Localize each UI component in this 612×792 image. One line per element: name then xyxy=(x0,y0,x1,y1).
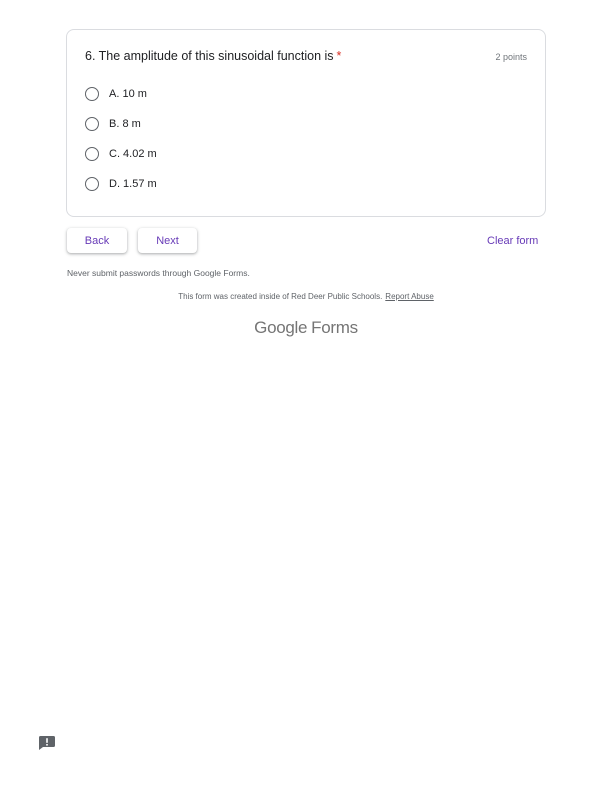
option-label: B. 8 m xyxy=(109,118,141,130)
logo-forms-text: Forms xyxy=(311,318,358,337)
radio-button[interactable] xyxy=(85,147,99,161)
question-title: 6. The amplitude of this sinusoidal func… xyxy=(85,49,341,63)
radio-button[interactable] xyxy=(85,117,99,131)
question-card: 6. The amplitude of this sinusoidal func… xyxy=(66,29,546,217)
required-asterisk: * xyxy=(336,49,342,63)
radio-button[interactable] xyxy=(85,87,99,101)
option-label: C. 4.02 m xyxy=(109,148,157,160)
feedback-icon-graphic xyxy=(39,736,55,750)
option-b[interactable]: B. 8 m xyxy=(85,115,141,133)
back-button[interactable]: Back xyxy=(67,228,127,253)
option-d[interactable]: D. 1.57 m xyxy=(85,175,157,193)
option-c[interactable]: C. 4.02 m xyxy=(85,145,157,163)
clear-form-button[interactable]: Clear form xyxy=(487,235,538,247)
footer-disclaimer: This form was created inside of Red Deer… xyxy=(0,292,612,301)
logo-google-text: Google xyxy=(254,318,308,337)
option-a[interactable]: A. 10 m xyxy=(85,85,147,103)
feedback-icon[interactable] xyxy=(39,736,55,750)
google-forms-logo[interactable]: Google Forms xyxy=(0,318,612,338)
option-label: D. 1.57 m xyxy=(109,178,157,190)
question-text: 6. The amplitude of this sinusoidal func… xyxy=(85,49,334,63)
radio-button[interactable] xyxy=(85,177,99,191)
password-warning: Never submit passwords through Google Fo… xyxy=(67,268,250,278)
created-by-text: This form was created inside of Red Deer… xyxy=(178,292,383,301)
next-button[interactable]: Next xyxy=(138,228,197,253)
report-abuse-link[interactable]: Report Abuse xyxy=(385,292,433,301)
option-label: A. 10 m xyxy=(109,88,147,100)
question-points: 2 points xyxy=(495,52,527,62)
